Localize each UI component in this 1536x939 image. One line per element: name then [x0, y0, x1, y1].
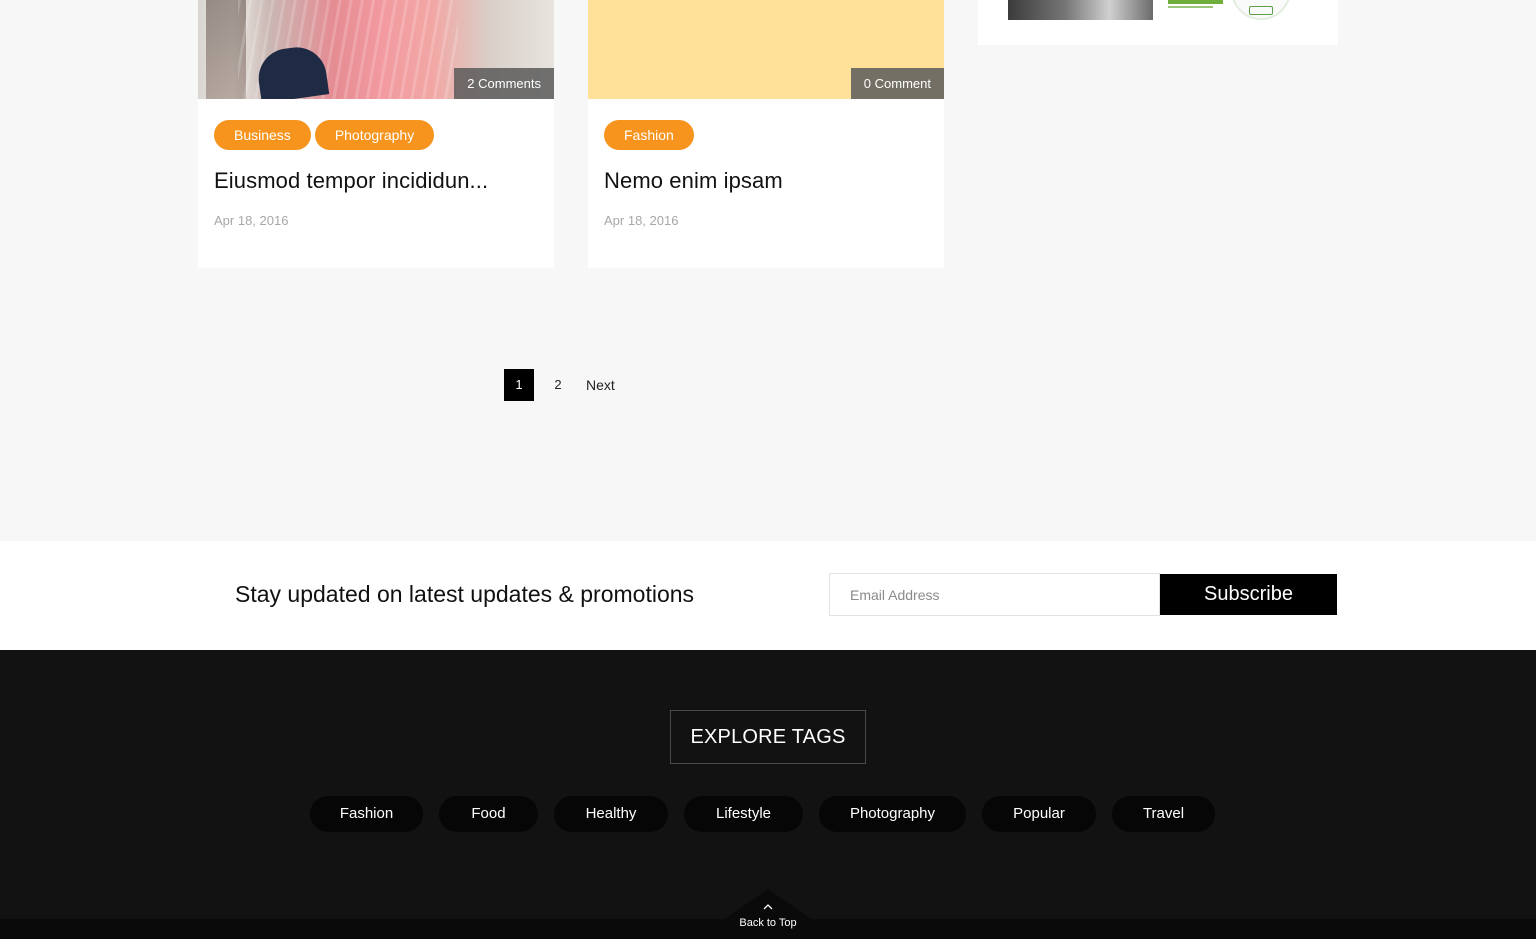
next-page-link[interactable]: Next — [580, 369, 621, 401]
footer-tag-photography[interactable]: Photography — [819, 796, 966, 832]
widget-thumbnail-image[interactable] — [1008, 0, 1153, 20]
chevron-up-icon — [763, 904, 773, 910]
footer-tag-fashion[interactable]: Fashion — [310, 796, 423, 832]
footer-tag-lifestyle[interactable]: Lifestyle — [684, 796, 803, 832]
footer-tag-list: Fashion Food Healthy Lifestyle Photograp… — [310, 796, 1215, 832]
post-title-link[interactable]: Eiusmod tempor incididun... — [214, 168, 488, 194]
footer: EXPLORE TAGS Fashion Food Healthy Lifest… — [0, 650, 1536, 939]
footer-tag-travel[interactable]: Travel — [1112, 796, 1215, 832]
post-title-link[interactable]: Nemo enim ipsam — [604, 168, 783, 194]
comment-count-badge[interactable]: 2 Comments — [454, 68, 554, 99]
back-to-top-button[interactable]: Back to Top — [725, 889, 811, 939]
post-thumbnail-image[interactable]: 2 Comments — [198, 0, 554, 99]
footer-tag-popular[interactable]: Popular — [982, 796, 1096, 832]
page-2-link[interactable]: 2 — [543, 369, 573, 401]
post-categories: Fashion — [604, 120, 694, 150]
email-field[interactable] — [829, 573, 1160, 616]
comment-count-badge[interactable]: 0 Comment — [850, 68, 944, 99]
widget-promo-image[interactable] — [1168, 0, 1228, 20]
post-categories: Business Photography — [214, 120, 435, 150]
post-card: 0 Comment Fashion Nemo enim ipsam Apr 18… — [588, 0, 944, 268]
newsletter-heading: Stay updated on latest updates & promoti… — [235, 581, 695, 607]
footer-tag-healthy[interactable]: Healthy — [554, 796, 668, 832]
post-date: Apr 18, 2016 — [604, 213, 679, 228]
pagination: 1 2 Next — [504, 369, 621, 401]
category-tag-fashion[interactable]: Fashion — [604, 120, 694, 150]
explore-tags-heading: EXPLORE TAGS — [670, 710, 866, 764]
back-to-top-label: Back to Top — [739, 917, 797, 929]
post-card: 2 Comments Business Photography Eiusmod … — [198, 0, 554, 268]
category-tag-business[interactable]: Business — [214, 120, 311, 150]
subscribe-button[interactable]: Subscribe — [1160, 574, 1337, 615]
widget-badge-image[interactable] — [1231, 0, 1291, 20]
post-date: Apr 18, 2016 — [214, 213, 289, 228]
sidebar-widget — [978, 0, 1338, 45]
category-tag-photography[interactable]: Photography — [314, 120, 435, 150]
post-thumbnail-image[interactable]: 0 Comment — [588, 0, 944, 99]
page-1-current[interactable]: 1 — [504, 369, 534, 401]
newsletter-bar: Stay updated on latest updates & promoti… — [0, 541, 1536, 650]
footer-tag-food[interactable]: Food — [439, 796, 538, 832]
